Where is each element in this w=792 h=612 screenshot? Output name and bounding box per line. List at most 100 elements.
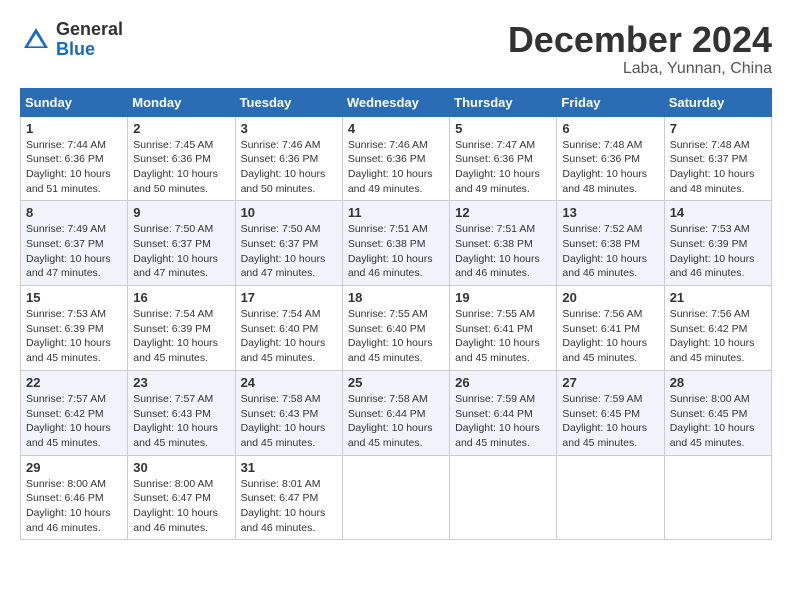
day-number: 7 <box>670 121 766 136</box>
day-number: 5 <box>455 121 551 136</box>
calendar-week-5: 29 Sunrise: 8:00 AMSunset: 6:46 PMDaylig… <box>21 455 772 540</box>
calendar-header-thursday: Thursday <box>450 88 557 116</box>
day-number: 30 <box>133 460 229 475</box>
day-number: 8 <box>26 205 122 220</box>
day-number: 3 <box>241 121 337 136</box>
logo-general: General <box>56 19 123 39</box>
day-info: Sunrise: 7:54 AMSunset: 6:40 PMDaylight:… <box>241 307 337 366</box>
calendar-cell: 24 Sunrise: 7:58 AMSunset: 6:43 PMDaylig… <box>235 370 342 455</box>
day-number: 29 <box>26 460 122 475</box>
day-number: 24 <box>241 375 337 390</box>
day-number: 27 <box>562 375 658 390</box>
day-info: Sunrise: 7:48 AMSunset: 6:37 PMDaylight:… <box>670 138 766 197</box>
day-number: 12 <box>455 205 551 220</box>
day-number: 21 <box>670 290 766 305</box>
calendar-cell: 22 Sunrise: 7:57 AMSunset: 6:42 PMDaylig… <box>21 370 128 455</box>
calendar-cell: 1 Sunrise: 7:44 AMSunset: 6:36 PMDayligh… <box>21 116 128 201</box>
day-number: 9 <box>133 205 229 220</box>
calendar-cell: 31 Sunrise: 8:01 AMSunset: 6:47 PMDaylig… <box>235 455 342 540</box>
day-number: 26 <box>455 375 551 390</box>
calendar-header-wednesday: Wednesday <box>342 88 449 116</box>
day-number: 13 <box>562 205 658 220</box>
day-info: Sunrise: 7:55 AMSunset: 6:41 PMDaylight:… <box>455 307 551 366</box>
calendar-cell: 15 Sunrise: 7:53 AMSunset: 6:39 PMDaylig… <box>21 286 128 371</box>
day-info: Sunrise: 8:00 AMSunset: 6:45 PMDaylight:… <box>670 392 766 451</box>
calendar-cell: 10 Sunrise: 7:50 AMSunset: 6:37 PMDaylig… <box>235 201 342 286</box>
day-info: Sunrise: 7:52 AMSunset: 6:38 PMDaylight:… <box>562 222 658 281</box>
day-number: 6 <box>562 121 658 136</box>
day-info: Sunrise: 7:50 AMSunset: 6:37 PMDaylight:… <box>133 222 229 281</box>
calendar-header-friday: Friday <box>557 88 664 116</box>
month-title: December 2024 <box>508 20 772 60</box>
calendar-table: SundayMondayTuesdayWednesdayThursdayFrid… <box>20 88 772 541</box>
day-info: Sunrise: 7:53 AMSunset: 6:39 PMDaylight:… <box>670 222 766 281</box>
calendar-cell: 19 Sunrise: 7:55 AMSunset: 6:41 PMDaylig… <box>450 286 557 371</box>
day-number: 10 <box>241 205 337 220</box>
calendar-week-3: 15 Sunrise: 7:53 AMSunset: 6:39 PMDaylig… <box>21 286 772 371</box>
calendar-header-saturday: Saturday <box>664 88 771 116</box>
day-info: Sunrise: 7:56 AMSunset: 6:42 PMDaylight:… <box>670 307 766 366</box>
calendar-cell: 12 Sunrise: 7:51 AMSunset: 6:38 PMDaylig… <box>450 201 557 286</box>
day-info: Sunrise: 7:51 AMSunset: 6:38 PMDaylight:… <box>348 222 444 281</box>
calendar-cell: 30 Sunrise: 8:00 AMSunset: 6:47 PMDaylig… <box>128 455 235 540</box>
calendar-cell: 14 Sunrise: 7:53 AMSunset: 6:39 PMDaylig… <box>664 201 771 286</box>
title-block: December 2024 Laba, Yunnan, China <box>508 20 772 78</box>
calendar-cell: 9 Sunrise: 7:50 AMSunset: 6:37 PMDayligh… <box>128 201 235 286</box>
calendar-cell: 5 Sunrise: 7:47 AMSunset: 6:36 PMDayligh… <box>450 116 557 201</box>
day-info: Sunrise: 7:58 AMSunset: 6:43 PMDaylight:… <box>241 392 337 451</box>
day-info: Sunrise: 7:54 AMSunset: 6:39 PMDaylight:… <box>133 307 229 366</box>
logo-icon <box>20 24 52 56</box>
calendar-week-1: 1 Sunrise: 7:44 AMSunset: 6:36 PMDayligh… <box>21 116 772 201</box>
day-number: 19 <box>455 290 551 305</box>
calendar-header-monday: Monday <box>128 88 235 116</box>
calendar-cell: 18 Sunrise: 7:55 AMSunset: 6:40 PMDaylig… <box>342 286 449 371</box>
day-info: Sunrise: 7:50 AMSunset: 6:37 PMDaylight:… <box>241 222 337 281</box>
day-info: Sunrise: 7:51 AMSunset: 6:38 PMDaylight:… <box>455 222 551 281</box>
calendar-cell: 8 Sunrise: 7:49 AMSunset: 6:37 PMDayligh… <box>21 201 128 286</box>
day-number: 23 <box>133 375 229 390</box>
calendar-cell: 17 Sunrise: 7:54 AMSunset: 6:40 PMDaylig… <box>235 286 342 371</box>
calendar-cell <box>450 455 557 540</box>
logo-text: General Blue <box>56 20 123 60</box>
calendar-cell: 6 Sunrise: 7:48 AMSunset: 6:36 PMDayligh… <box>557 116 664 201</box>
day-number: 18 <box>348 290 444 305</box>
day-number: 15 <box>26 290 122 305</box>
day-info: Sunrise: 7:48 AMSunset: 6:36 PMDaylight:… <box>562 138 658 197</box>
day-number: 11 <box>348 205 444 220</box>
day-info: Sunrise: 7:46 AMSunset: 6:36 PMDaylight:… <box>348 138 444 197</box>
logo-blue: Blue <box>56 39 95 59</box>
calendar-cell: 21 Sunrise: 7:56 AMSunset: 6:42 PMDaylig… <box>664 286 771 371</box>
calendar-week-2: 8 Sunrise: 7:49 AMSunset: 6:37 PMDayligh… <box>21 201 772 286</box>
calendar-cell: 23 Sunrise: 7:57 AMSunset: 6:43 PMDaylig… <box>128 370 235 455</box>
day-number: 17 <box>241 290 337 305</box>
calendar-cell <box>342 455 449 540</box>
calendar-cell: 26 Sunrise: 7:59 AMSunset: 6:44 PMDaylig… <box>450 370 557 455</box>
logo: General Blue <box>20 20 123 60</box>
day-info: Sunrise: 7:45 AMSunset: 6:36 PMDaylight:… <box>133 138 229 197</box>
calendar-cell: 16 Sunrise: 7:54 AMSunset: 6:39 PMDaylig… <box>128 286 235 371</box>
day-info: Sunrise: 7:53 AMSunset: 6:39 PMDaylight:… <box>26 307 122 366</box>
day-number: 4 <box>348 121 444 136</box>
calendar-header-sunday: Sunday <box>21 88 128 116</box>
day-info: Sunrise: 7:49 AMSunset: 6:37 PMDaylight:… <box>26 222 122 281</box>
day-info: Sunrise: 7:59 AMSunset: 6:45 PMDaylight:… <box>562 392 658 451</box>
day-number: 20 <box>562 290 658 305</box>
calendar-cell: 27 Sunrise: 7:59 AMSunset: 6:45 PMDaylig… <box>557 370 664 455</box>
location: Laba, Yunnan, China <box>508 60 772 78</box>
day-number: 14 <box>670 205 766 220</box>
day-info: Sunrise: 8:00 AMSunset: 6:47 PMDaylight:… <box>133 477 229 536</box>
day-info: Sunrise: 7:46 AMSunset: 6:36 PMDaylight:… <box>241 138 337 197</box>
calendar-cell: 28 Sunrise: 8:00 AMSunset: 6:45 PMDaylig… <box>664 370 771 455</box>
calendar-cell: 11 Sunrise: 7:51 AMSunset: 6:38 PMDaylig… <box>342 201 449 286</box>
day-info: Sunrise: 7:58 AMSunset: 6:44 PMDaylight:… <box>348 392 444 451</box>
day-number: 25 <box>348 375 444 390</box>
day-info: Sunrise: 7:57 AMSunset: 6:43 PMDaylight:… <box>133 392 229 451</box>
day-info: Sunrise: 7:59 AMSunset: 6:44 PMDaylight:… <box>455 392 551 451</box>
day-info: Sunrise: 7:44 AMSunset: 6:36 PMDaylight:… <box>26 138 122 197</box>
day-info: Sunrise: 7:57 AMSunset: 6:42 PMDaylight:… <box>26 392 122 451</box>
day-number: 1 <box>26 121 122 136</box>
day-number: 2 <box>133 121 229 136</box>
calendar-cell: 7 Sunrise: 7:48 AMSunset: 6:37 PMDayligh… <box>664 116 771 201</box>
day-info: Sunrise: 8:00 AMSunset: 6:46 PMDaylight:… <box>26 477 122 536</box>
calendar-cell: 25 Sunrise: 7:58 AMSunset: 6:44 PMDaylig… <box>342 370 449 455</box>
